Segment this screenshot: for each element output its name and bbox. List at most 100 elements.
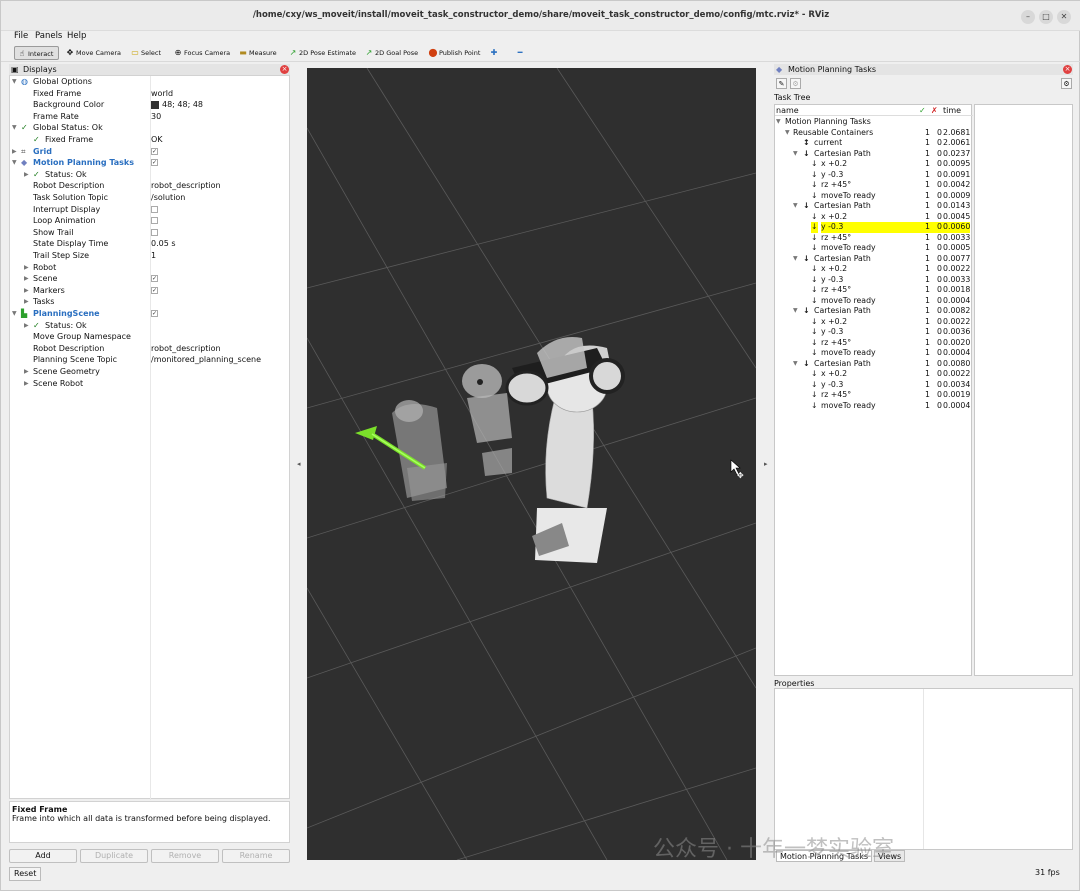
task-row[interactable]: ▼ ↓ Cartesian Path 1 0 0.0237 — [775, 149, 973, 160]
row-value[interactable]: /solution — [151, 192, 185, 204]
task-row[interactable]: ▼ Motion Planning Tasks — [775, 117, 973, 128]
checkbox[interactable] — [151, 228, 158, 236]
checkbox[interactable] — [151, 205, 158, 213]
add-button[interactable]: Add — [9, 849, 77, 863]
task-row[interactable]: ↓ rz +45° 1 0 0.0018 — [775, 285, 973, 296]
enabled-checkbox[interactable]: ✓ — [151, 310, 158, 317]
expand-arrow-icon[interactable]: ▼ — [12, 76, 20, 88]
expand-arrow-icon[interactable]: ▶ — [12, 146, 20, 158]
task-row[interactable]: ↓ moveTo ready 1 0 0.0004 — [775, 348, 973, 359]
exec-icon[interactable]: ⚙ — [790, 78, 801, 89]
display-row[interactable]: ▶ ✓ Status: Ok — [10, 320, 291, 332]
menu-panels[interactable]: Panels — [35, 31, 62, 41]
close-mpt-icon[interactable]: × — [1063, 65, 1072, 74]
enabled-checkbox[interactable]: ✓ — [151, 147, 158, 155]
task-row[interactable]: ↓ moveTo ready 1 0 0.0005 — [775, 243, 973, 254]
row-value[interactable]: /monitored_planning_scene — [151, 354, 261, 366]
task-row[interactable]: ▼ ↓ Cartesian Path 1 0 0.0080 — [775, 359, 973, 370]
display-row[interactable]: ▼ ✓ Global Status: Ok — [10, 122, 291, 134]
checkbox[interactable] — [151, 217, 158, 225]
row-value[interactable]: world — [151, 88, 173, 100]
expand-arrow-icon[interactable]: ▼ — [776, 117, 781, 128]
remove-tool-button[interactable]: ━ — [513, 46, 526, 60]
task-row[interactable]: ▼ ↓ Cartesian Path 1 0 0.0082 — [775, 306, 973, 317]
expand-arrow-icon[interactable]: ▼ — [793, 359, 798, 370]
display-row[interactable]: ▶ Robot — [10, 262, 291, 274]
enabled-checkbox[interactable]: ✓ — [151, 286, 158, 294]
task-row[interactable]: ↓ moveTo ready 1 0 0.0004 — [775, 296, 973, 307]
display-row[interactable]: ▼ ◆ Motion Planning Tasks ✓ — [10, 157, 291, 169]
expand-arrow-icon[interactable]: ▶ — [24, 320, 32, 332]
fail-column-header[interactable]: ✗ — [931, 105, 938, 116]
rename-button[interactable]: Rename — [222, 849, 290, 863]
reset-button[interactable]: Reset — [9, 867, 42, 881]
row-value[interactable]: robot_description — [151, 343, 221, 355]
time-column-header[interactable]: time — [943, 105, 961, 116]
focus-camera-tool[interactable]: ⊕ Focus Camera — [171, 46, 231, 60]
display-row[interactable]: Background Color 48; 48; 48 — [10, 99, 291, 111]
task-row[interactable]: ↓ y -0.3 1 0 0.0033 — [775, 275, 973, 286]
display-row[interactable]: Task Solution Topic/solution — [10, 192, 291, 204]
task-row[interactable]: ↓ x +0.2 1 0 0.0095 — [775, 159, 973, 170]
interact-tool[interactable]: ☝ Interact — [14, 46, 59, 60]
display-row[interactable]: Frame Rate 30 — [10, 111, 291, 123]
display-row[interactable]: ▶ ⌗ Grid ✓ — [10, 146, 291, 158]
display-row[interactable]: Show Trail — [10, 227, 291, 239]
move-camera-tool[interactable]: ✥ Move Camera — [63, 46, 121, 60]
expand-arrow-icon[interactable]: ▶ — [24, 296, 32, 308]
display-row[interactable]: ▶ Tasks — [10, 296, 291, 308]
display-row[interactable]: ▶ Scene Robot — [10, 378, 291, 390]
minimize-button[interactable]: – — [1021, 10, 1035, 24]
task-row[interactable]: ↓ y -0.3 1 0 0.0034 — [775, 380, 973, 391]
row-value[interactable]: ✓ — [151, 273, 158, 285]
duplicate-button[interactable]: Duplicate — [80, 849, 148, 863]
properties-panel[interactable] — [774, 688, 1073, 850]
goal-pose-tool[interactable]: ↗ 2D Goal Pose — [362, 46, 419, 60]
display-row[interactable]: Interrupt Display — [10, 204, 291, 216]
expand-arrow-icon[interactable]: ▼ — [793, 149, 798, 160]
display-row[interactable]: Fixed Frame world — [10, 88, 291, 100]
display-row[interactable]: ▶ Scene ✓ — [10, 273, 291, 285]
task-row[interactable]: ▼ ↓ Cartesian Path 1 0 0.0077 — [775, 254, 973, 265]
remove-button[interactable]: Remove — [151, 849, 219, 863]
select-tool[interactable]: ▭ Select — [128, 46, 161, 60]
menu-file[interactable]: File — [14, 31, 28, 41]
task-row[interactable]: ↓ moveTo ready 1 0 0.0009 — [775, 191, 973, 202]
expand-arrow-icon[interactable]: ▶ — [24, 262, 32, 274]
add-tool-button[interactable]: ✚ — [487, 46, 500, 60]
expand-arrow-icon[interactable]: ▼ — [793, 201, 798, 212]
row-value[interactable]: 0.05 s — [151, 238, 176, 250]
collapse-right-arrow-icon[interactable]: ▸ — [764, 460, 768, 468]
maximize-button[interactable]: □ — [1039, 10, 1053, 24]
expand-arrow-icon[interactable]: ▶ — [24, 366, 32, 378]
display-row[interactable]: Planning Scene Topic/monitored_planning_… — [10, 354, 291, 366]
measure-tool[interactable]: ▬ Measure — [236, 46, 276, 60]
expand-arrow-icon[interactable]: ▼ — [12, 122, 20, 134]
expand-arrow-icon[interactable]: ▼ — [793, 306, 798, 317]
pose-estimate-tool[interactable]: ↗ 2D Pose Estimate — [286, 46, 356, 60]
expand-arrow-icon[interactable]: ▼ — [12, 157, 20, 169]
display-row[interactable]: ▶ ✓ Status: Ok — [10, 169, 291, 181]
expand-arrow-icon[interactable]: ▶ — [24, 169, 32, 181]
display-row[interactable]: Move Group Namespace — [10, 331, 291, 343]
row-value[interactable]: ✓ — [151, 308, 158, 320]
task-row[interactable]: ↓ y -0.3 1 0 0.0091 — [775, 170, 973, 181]
publish-point-tool[interactable]: ⬤ Publish Point — [426, 46, 481, 60]
row-value[interactable]: ✓ — [151, 146, 158, 158]
task-row[interactable]: ↓ y -0.3 1 0 0.0036 — [775, 327, 973, 338]
display-row[interactable]: ▶ Scene Geometry — [10, 366, 291, 378]
display-row[interactable]: ▶ Markers ✓ — [10, 285, 291, 297]
enabled-checkbox[interactable]: ✓ — [151, 275, 158, 283]
settings-icon[interactable]: ⚙ — [1061, 78, 1072, 89]
row-value[interactable] — [151, 227, 158, 239]
enabled-checkbox[interactable]: ✓ — [151, 159, 158, 167]
display-row[interactable]: State Display Time 0.05 s — [10, 238, 291, 250]
display-row[interactable]: Trail Step Size 1 — [10, 250, 291, 262]
task-row[interactable]: ↓ x +0.2 1 0 0.0022 — [775, 264, 973, 275]
3d-viewport[interactable]: ✥ — [307, 68, 756, 860]
display-row[interactable]: ✓ Fixed Frame OK — [10, 134, 291, 146]
row-value[interactable]: 48; 48; 48 — [151, 99, 203, 111]
row-value[interactable] — [151, 215, 158, 227]
task-row[interactable]: ▼ Reusable Containers 1 0 2.0681 — [775, 128, 973, 139]
row-value[interactable]: 1 — [151, 250, 156, 262]
